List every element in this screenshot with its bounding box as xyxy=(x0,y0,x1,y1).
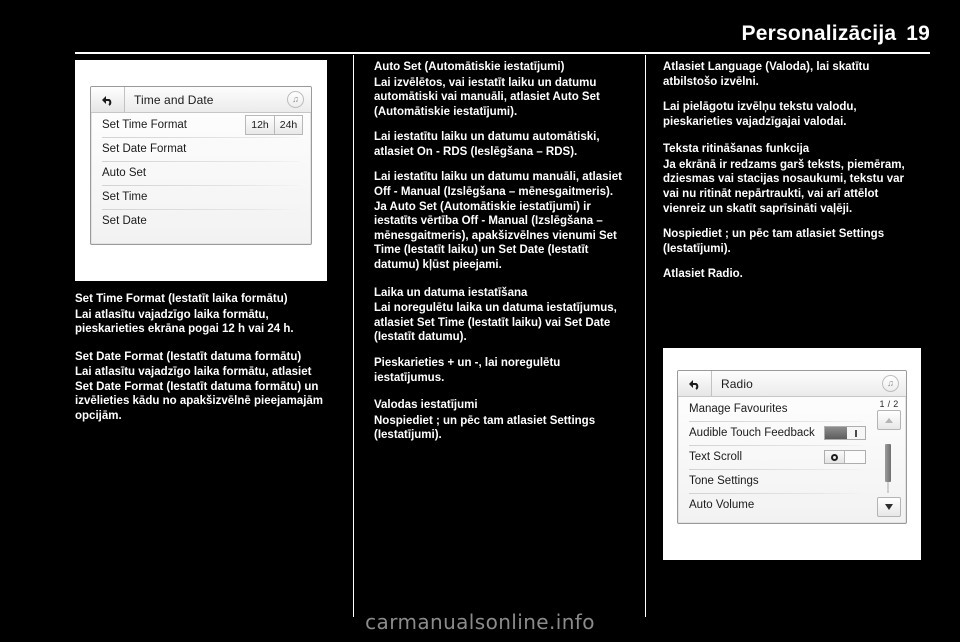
time-format-segmented-control[interactable]: 12h 24h xyxy=(245,115,303,135)
mid-para-5: Pieskarieties + un -, lai noregulētu ies… xyxy=(374,356,561,384)
mid-heading-2: Laika un datuma iestatīšana xyxy=(374,286,528,299)
infotainment-device-time-date: Time and Date ♫ Set Time Format 12h 24h … xyxy=(90,86,312,245)
back-arrow-icon[interactable] xyxy=(678,371,712,396)
mid-para-1: Lai izvēlētos, vai iestatīt laiku un dat… xyxy=(374,76,600,118)
menu-item-label: Set Date Format xyxy=(102,143,187,155)
menu-item-set-date[interactable]: Set Date xyxy=(91,209,311,233)
radio-scroll-column: 1 / 2 xyxy=(874,398,904,521)
toggle-knob xyxy=(825,451,845,463)
manual-page: Personalizācija 19 Time and Date ♫ Set Ti xyxy=(0,0,960,642)
audible-touch-feedback-toggle[interactable] xyxy=(824,426,866,440)
scroll-up-button[interactable] xyxy=(877,410,901,430)
circle-icon xyxy=(831,453,838,461)
menu-item-label: Auto Set xyxy=(102,167,147,179)
device-header-radio: Radio ♫ xyxy=(678,371,906,397)
mid-para-4: Lai noregulētu laika un datuma iestatīju… xyxy=(374,302,617,344)
menu-item-set-time-format[interactable]: Set Time Format 12h 24h xyxy=(91,113,311,137)
menu-item-label: Set Time Format xyxy=(102,119,187,131)
back-arrow-icon[interactable] xyxy=(91,87,125,112)
right-para-2: Lai pielāgotu izvēlņu tekstu valodu, pie… xyxy=(663,101,857,128)
menu-item-label: Audible Touch Feedback xyxy=(689,427,815,439)
right-para-1: Atlasiet Language (Valoda), lai skatītu … xyxy=(663,61,870,88)
time-date-menu-list: Set Time Format 12h 24h Set Date Format … xyxy=(91,113,311,233)
menu-item-audible-touch-feedback[interactable]: Audible Touch Feedback xyxy=(678,421,874,445)
site-watermark: carmanualsonline.info xyxy=(365,610,595,634)
mid-para-6: Nospiediet ; un pēc tam atlasiet Setting… xyxy=(374,414,596,442)
page-title: Personalizācija 19 xyxy=(741,22,930,46)
middle-column-text: Auto Set (Automātiskie iestatījumi) Lai … xyxy=(374,60,626,454)
radio-menu-list: Manage Favourites Audible Touch Feedback… xyxy=(678,397,906,517)
device-title-time-date: Time and Date xyxy=(134,92,214,107)
toggle-marker xyxy=(855,430,857,437)
page-title-text: Personalizācija xyxy=(741,22,897,45)
header-divider xyxy=(75,52,930,54)
toggle-knob xyxy=(825,427,847,439)
right-para-4: Nospiediet ; un pēc tam atlasiet Setting… xyxy=(663,228,885,255)
triangle-up-icon xyxy=(885,417,893,423)
menu-item-text-scroll[interactable]: Text Scroll xyxy=(678,445,874,469)
mid-para-3: Lai iestatītu laiku un datumu manuāli, a… xyxy=(374,171,622,272)
menu-item-auto-set[interactable]: Auto Set xyxy=(91,161,311,185)
menu-item-label: Manage Favourites xyxy=(689,403,788,415)
device-header-time-date: Time and Date ♫ xyxy=(91,87,311,113)
menu-item-label: Tone Settings xyxy=(689,475,759,487)
infotainment-device-radio: Radio ♫ Manage Favourites Audible Touch … xyxy=(677,370,907,524)
menu-item-label: Set Date xyxy=(102,215,147,227)
radio-screenshot: Radio ♫ Manage Favourites Audible Touch … xyxy=(663,348,921,560)
page-number: 19 xyxy=(906,22,930,45)
left-para-1: Lai atlasītu vajadzīgo laika formātu, pi… xyxy=(75,308,294,336)
menu-item-set-date-format[interactable]: Set Date Format xyxy=(91,137,311,161)
menu-item-label: Set Time xyxy=(102,191,148,203)
right-para-5: Atlasiet Radio. xyxy=(663,268,743,281)
music-note-icon[interactable]: ♫ xyxy=(287,91,304,108)
column-divider-1 xyxy=(353,55,354,617)
left-para-2: Lai atlasītu vajadzīgo laika formātu, at… xyxy=(75,366,324,422)
left-column-text: Set Time Format (Iestatīt laika formātu)… xyxy=(75,292,327,435)
menu-item-label: Auto Volume xyxy=(689,499,755,511)
triangle-down-icon xyxy=(885,504,893,510)
column-divider-2 xyxy=(645,55,646,617)
menu-item-label: Text Scroll xyxy=(689,451,743,463)
text-scroll-toggle[interactable] xyxy=(824,450,866,464)
left-heading-2: Set Date Format (Iestatīt datuma formātu… xyxy=(75,350,302,363)
menu-item-auto-volume[interactable]: Auto Volume xyxy=(678,493,874,517)
page-header: Personalizācija 19 xyxy=(75,22,930,58)
menu-item-set-time[interactable]: Set Time xyxy=(91,185,311,209)
right-column-text: Atlasiet Language (Valoda), lai skatītu … xyxy=(663,60,915,293)
right-para-3: Ja ekrānā ir redzams garš teksts, piemēr… xyxy=(663,158,905,215)
right-heading-1: Teksta ritināšanas funkcija xyxy=(663,143,810,156)
mid-para-2: Lai iestatītu laiku un datumu automātisk… xyxy=(374,131,600,158)
option-24h[interactable]: 24h xyxy=(274,115,303,135)
mid-heading-3: Valodas iestatījumi xyxy=(374,399,478,412)
device-title-radio: Radio xyxy=(721,376,753,391)
page-indicator: 1 / 2 xyxy=(879,399,899,409)
menu-item-manage-favourites[interactable]: Manage Favourites xyxy=(678,397,874,421)
time-and-date-screenshot: Time and Date ♫ Set Time Format 12h 24h … xyxy=(75,60,327,281)
menu-item-tone-settings[interactable]: Tone Settings xyxy=(678,469,874,493)
music-note-icon[interactable]: ♫ xyxy=(882,375,899,392)
scroll-down-button[interactable] xyxy=(877,497,901,517)
option-12h[interactable]: 12h xyxy=(245,115,274,135)
left-heading-1: Set Time Format (Iestatīt laika formātu) xyxy=(75,293,288,305)
scrollbar-thumb[interactable] xyxy=(885,444,891,482)
mid-heading-1: Auto Set (Automātiskie iestatījumi) xyxy=(374,61,565,73)
